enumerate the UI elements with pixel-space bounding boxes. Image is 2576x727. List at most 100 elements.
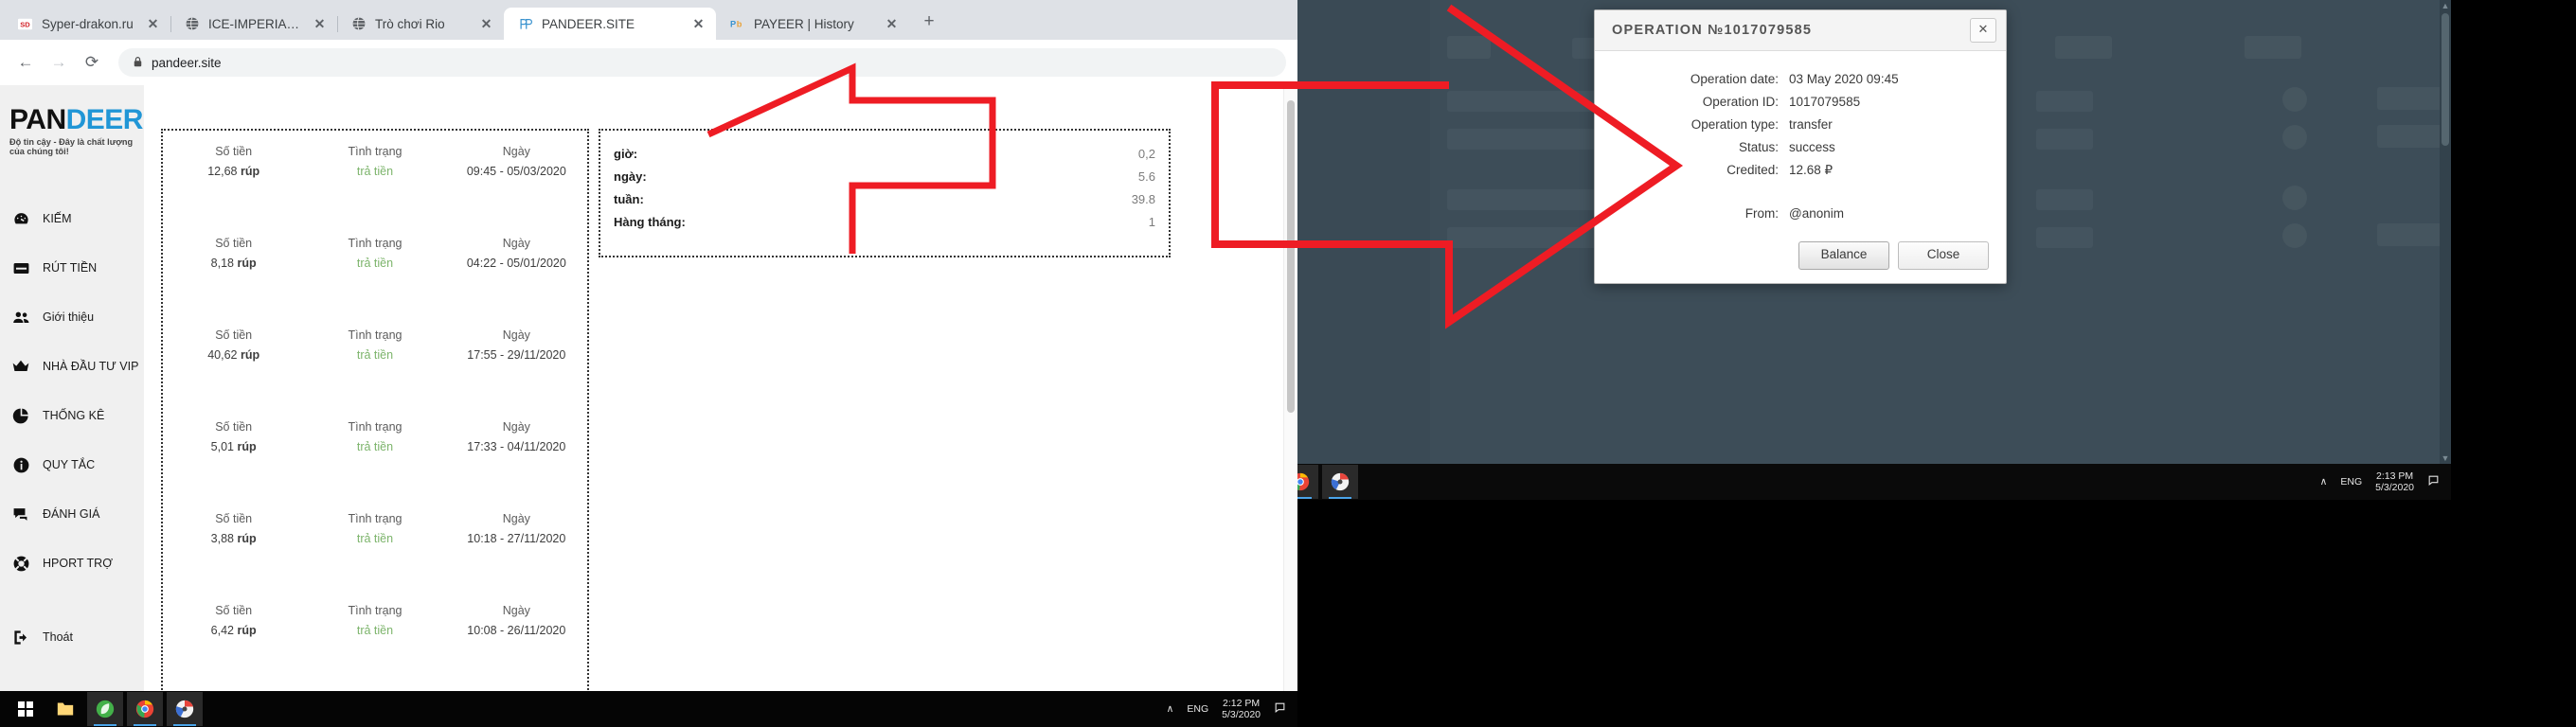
status-value: trả tiền: [356, 532, 394, 545]
table-row[interactable]: Số tiền 5,01 rúp Tình trạng trả tiền Ngà…: [163, 417, 587, 509]
balance-button[interactable]: Balance: [1798, 241, 1889, 270]
folder-icon[interactable]: [47, 692, 83, 726]
col-header-amount: Số tiền: [215, 420, 253, 434]
col-header-date: Ngày: [502, 145, 530, 158]
stat-label: giờ:: [614, 147, 638, 161]
page-scroll-thumb[interactable]: [1287, 100, 1295, 413]
notification-icon[interactable]: [2427, 474, 2440, 489]
table-row[interactable]: Số tiền 12,68 rúp Tình trạng trả tiền Ng…: [163, 142, 587, 234]
reload-button[interactable]: ⟳: [78, 48, 106, 77]
page-scrollbar[interactable]: ▼: [1283, 85, 1297, 727]
site-logo: PANDEER: [9, 106, 144, 134]
stat-row-hour: giờ: 0,2: [600, 143, 1169, 166]
logo-part-pan: PAN: [9, 104, 66, 135]
browser-tab-ice-imperiaarch[interactable]: ICE-IMPERIAARCH ✕: [170, 8, 338, 40]
col-header-status: Tình trạng: [348, 328, 402, 342]
tray-clock[interactable]: 2:12 PM 5/3/2020: [1222, 698, 1261, 720]
svg-text:b: b: [736, 20, 742, 29]
stat-label: ngày:: [614, 169, 647, 184]
browser-tab-title: PANDEER.SITE: [542, 16, 635, 31]
sidebar-item-nha-dau-tu-vip[interactable]: NHÀ ĐẦU TƯ VIP: [0, 342, 144, 391]
paint-icon[interactable]: [167, 692, 203, 726]
earnings-stats-panel: giờ: 0,2 ngày: 5.6 tuần: 39.8 Hàng tháng…: [599, 129, 1171, 257]
windows-icon[interactable]: [8, 692, 44, 726]
payeer-scrollbar[interactable]: ▲ ▼: [2440, 0, 2451, 464]
notification-icon[interactable]: [1274, 701, 1286, 717]
close-button[interactable]: Close: [1898, 241, 1989, 270]
browser-tabstrip: SD Syper-drakon.ru ✕ ICE-IMPERIAARCH ✕ T…: [0, 0, 1297, 40]
new-tab-button[interactable]: +: [915, 9, 943, 37]
sidebar-item-quy-tac[interactable]: QUY TẮC: [0, 440, 144, 489]
comments-icon: [11, 505, 30, 523]
operation-from-value: @anonim: [1789, 206, 1844, 221]
stat-label: tuần:: [614, 192, 644, 206]
tray-language[interactable]: ENG: [1187, 703, 1208, 715]
amount-value: 6,42 rúp: [210, 624, 257, 637]
forward-button[interactable]: →: [45, 48, 73, 77]
close-icon[interactable]: ✕: [884, 16, 900, 32]
sidebar-item-logout[interactable]: Thoát: [0, 612, 144, 662]
paint-icon[interactable]: [1322, 465, 1358, 499]
address-bar[interactable]: pandeer.site: [118, 48, 1286, 77]
taskbar-back: ∧ ENG 2:13 PM 5/3/2020: [1155, 464, 2451, 500]
chrome-icon[interactable]: [127, 692, 163, 726]
tray-chevron-icon[interactable]: ∧: [1167, 703, 1174, 715]
operation-row-label: Operation ID:: [1702, 95, 1779, 109]
payeer-scroll-thumb[interactable]: [2442, 13, 2449, 146]
browser-tab-tro-choi-rio[interactable]: Trò chơi Rio ✕: [337, 8, 505, 40]
table-row[interactable]: Số tiền 3,88 rúp Tình trạng trả tiền Ngà…: [163, 509, 587, 601]
sidebar-item-hport-tro[interactable]: HPORT TRỢ: [0, 539, 144, 588]
sidebar-item-rut-tien[interactable]: RÚT TIỀN: [0, 243, 144, 293]
cell-status: Tình trạng trả tiền: [304, 417, 445, 457]
tray-chevron-icon[interactable]: ∧: [2320, 476, 2328, 488]
close-icon[interactable]: ✕: [1970, 18, 1996, 43]
sidebar-item-label: Giới thiệu: [43, 310, 95, 324]
back-button[interactable]: ←: [11, 48, 40, 77]
scroll-up-arrow[interactable]: ▲: [2440, 0, 2451, 11]
cell-date: Ngày 17:33 - 04/11/2020: [446, 417, 587, 457]
operation-row-value: transfer: [1789, 117, 1833, 132]
operation-row-label: Status:: [1738, 140, 1779, 154]
cell-amount: Số tiền 40,62 rúp: [163, 326, 304, 365]
leaf-browser-icon[interactable]: [87, 692, 123, 726]
table-row[interactable]: Số tiền 40,62 rúp Tình trạng trả tiền Ng…: [163, 326, 587, 417]
close-icon[interactable]: ✕: [478, 16, 494, 32]
stat-label: Hàng tháng:: [614, 215, 686, 229]
browser-tab-title: Trò chơi Rio: [375, 16, 445, 31]
operation-row-value: success: [1789, 140, 1835, 154]
operation-row-value: 03 May 2020 09:45: [1789, 72, 1899, 86]
scroll-down-arrow[interactable]: ▼: [2440, 452, 2451, 464]
screen-root: TRANSFER TRADE EXCHANGE HISTORY: [0, 0, 2576, 727]
col-header-amount: Số tiền: [215, 604, 253, 617]
sidebar-item-thong-ke[interactable]: THỐNG KÊ: [0, 391, 144, 440]
operation-row: Status: success: [1612, 136, 1981, 159]
stat-value: 1: [1148, 215, 1155, 229]
sidebar-item-gioi-thieu[interactable]: Giới thiệu: [0, 293, 144, 342]
browser-tab-pandeer-site[interactable]: PANDEER.SITE ✕: [504, 8, 716, 40]
close-icon[interactable]: ✕: [312, 16, 328, 32]
col-header-status: Tình trạng: [348, 237, 402, 250]
tray-language[interactable]: ENG: [2340, 476, 2362, 488]
sd-icon: SD: [17, 16, 33, 32]
cell-date: Ngày 09:45 - 05/03/2020: [446, 142, 587, 182]
sidebar-item-kiem[interactable]: KIẾM: [0, 194, 144, 243]
operation-modal-header: OPERATION №1017079585 ✕: [1595, 10, 2006, 51]
col-header-status: Tình trạng: [348, 420, 402, 434]
date-value: 10:08 - 26/11/2020: [467, 624, 566, 637]
sidebar-item-label: Thoát: [43, 630, 73, 644]
operation-row-label: Operation type:: [1690, 117, 1779, 132]
taskbar-front-icons: [0, 692, 203, 726]
sidebar-item-danh-gia[interactable]: ĐÁNH GIÁ: [0, 489, 144, 539]
sidebar-item-label: KIẾM: [43, 212, 72, 225]
table-row[interactable]: Số tiền 6,42 rúp Tình trạng trả tiền Ngà…: [163, 601, 587, 693]
close-icon[interactable]: ✕: [690, 16, 707, 32]
cell-date: Ngày 04:22 - 05/01/2020: [446, 234, 587, 274]
globe-icon: [350, 16, 367, 32]
tray-clock[interactable]: 2:13 PM 5/3/2020: [2375, 470, 2414, 493]
browser-tab-payeer-history[interactable]: Pb PAYEER | History ✕: [716, 8, 909, 40]
browser-tab-syper-drakon[interactable]: SD Syper-drakon.ru ✕: [4, 8, 171, 40]
crown-icon: [11, 357, 30, 376]
close-icon[interactable]: ✕: [145, 16, 161, 32]
table-row[interactable]: Số tiền 8,18 rúp Tình trạng trả tiền Ngà…: [163, 234, 587, 326]
col-header-date: Ngày: [502, 604, 530, 617]
